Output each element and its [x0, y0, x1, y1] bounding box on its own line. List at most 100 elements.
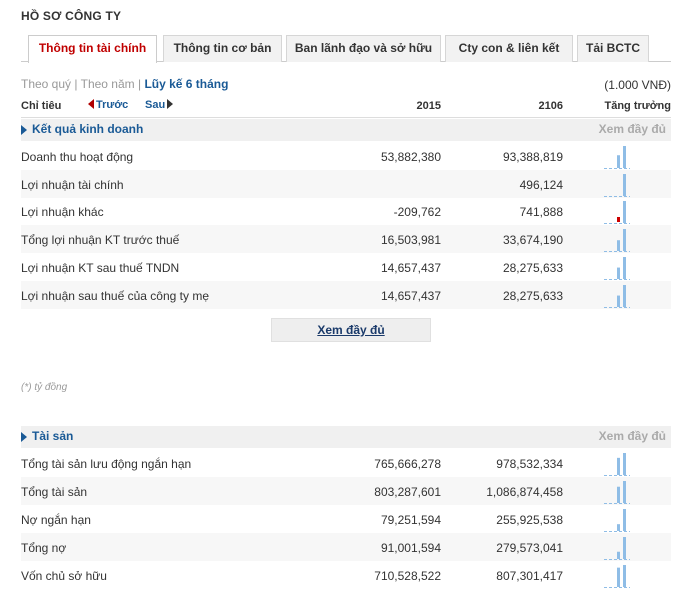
row-label: Tổng lợi nhuận KT trước thuế [21, 233, 180, 247]
period-year-link[interactable]: Theo năm [81, 77, 135, 91]
sparkline-bar [623, 565, 626, 587]
value-2106: 741,888 [519, 205, 563, 219]
value-2015: -209,762 [393, 205, 441, 219]
tab-download-report[interactable]: Tải BCTC [577, 35, 649, 62]
table-row: Lợi nhuận KT sau thuế TNDN 14,657,437 28… [21, 253, 671, 281]
value-2106: 496,124 [519, 178, 563, 192]
growth-sparkline [604, 174, 630, 197]
section-title: Kết quả kinh doanh [32, 122, 144, 136]
value-2106: 33,674,190 [502, 233, 563, 247]
sparkline-bar [617, 155, 620, 168]
page-title: HỒ SƠ CÔNG TY [21, 9, 122, 23]
sparkline-bar [623, 453, 626, 475]
footnote: (*) tỷ đồng [21, 382, 68, 393]
tab-management-ownership[interactable]: Ban lãnh đạo và sở hữu [286, 35, 441, 62]
row-label: Tổng tài sản [21, 485, 88, 499]
value-2015: 14,657,437 [380, 261, 441, 275]
value-2015: 79,251,594 [380, 513, 441, 527]
sparkline-bar [623, 146, 626, 168]
tab-basic-info[interactable]: Thông tin cơ bản [163, 35, 282, 62]
table-row: Nợ ngắn hạn 79,251,594 255,925,538 [21, 505, 671, 533]
section-title: Tài sản [32, 429, 74, 443]
growth-sparkline [604, 481, 630, 504]
sparkline-bar [617, 240, 620, 251]
value-2106: 978,532,334 [496, 457, 563, 471]
growth-sparkline [604, 537, 630, 560]
growth-sparkline [604, 201, 630, 224]
growth-sparkline [604, 565, 630, 588]
value-2106: 279,573,041 [496, 541, 563, 555]
table-row: Tổng tài sản lưu động ngắn hạn 765,666,2… [21, 449, 671, 477]
prev-label: Trước [96, 99, 129, 111]
sparkline-bar [617, 524, 620, 531]
prev-period-button[interactable]: Trước [88, 99, 128, 111]
see-more-link[interactable]: Xem đầy đủ [599, 122, 666, 136]
see-more-link[interactable]: Xem đầy đủ [599, 429, 666, 443]
sparkline-bar [623, 285, 626, 307]
growth-sparkline [604, 453, 630, 476]
next-label: Sau [145, 99, 166, 111]
year2-header: 2106 [538, 100, 563, 112]
row-label: Nợ ngắn hạn [21, 513, 91, 527]
value-2106: 28,275,633 [502, 289, 563, 303]
period-separator: | [134, 77, 145, 91]
value-2015: 765,666,278 [374, 457, 441, 471]
column-header: Chỉ tiêu Trước Sau 2015 2106 Tăng trưởng [21, 98, 671, 118]
growth-sparkline [604, 257, 630, 280]
period-cumulative-link[interactable]: Lũy kế 6 tháng [144, 77, 228, 91]
sparkline-bar [617, 551, 620, 559]
value-2015: 803,287,601 [374, 485, 441, 499]
value-2015: 16,503,981 [380, 233, 441, 247]
growth-header: Tăng trưởng [604, 100, 672, 112]
arrow-right-icon [167, 99, 174, 109]
row-label: Lợi nhuận KT sau thuế TNDN [21, 261, 180, 275]
sparkline-bar [623, 174, 626, 196]
sparkline-bar [617, 457, 620, 475]
row-label: Tổng tài sản lưu động ngắn hạn [21, 457, 192, 471]
expand-arrow-icon [21, 432, 27, 442]
table-row: Tổng nợ 91,001,594 279,573,041 [21, 533, 671, 561]
table-row: Doanh thu hoạt động 53,882,380 93,388,81… [21, 142, 671, 170]
value-2106: 1,086,874,458 [486, 485, 563, 499]
tab-subsidiaries[interactable]: Cty con & liên kết [445, 35, 573, 62]
sparkline-bar [623, 257, 626, 279]
value-2106: 255,925,538 [496, 513, 563, 527]
period-separator: | [71, 77, 81, 91]
row-label: Vốn chủ sở hữu [21, 569, 107, 583]
year1-header: 2015 [416, 100, 441, 112]
period-nav: Theo quý | Theo năm | Lũy kế 6 tháng [21, 77, 228, 91]
sparkline-bar [617, 295, 620, 307]
section-business-results[interactable]: Kết quả kinh doanh Xem đầy đủ [21, 119, 671, 141]
table-row: Tổng lợi nhuận KT trước thuế 16,503,981 … [21, 225, 671, 253]
growth-sparkline [604, 509, 630, 532]
value-2015: 710,528,522 [374, 569, 441, 583]
expand-arrow-icon [21, 125, 27, 135]
sparkline-bar [623, 201, 626, 223]
indicator-header: Chỉ tiêu [21, 100, 62, 112]
value-2106: 28,275,633 [502, 261, 563, 275]
table-row: Lợi nhuận tài chính 496,124 [21, 170, 671, 198]
row-label: Lợi nhuận tài chính [21, 178, 124, 192]
section-assets[interactable]: Tài sản Xem đầy đủ [21, 426, 671, 448]
row-label: Tổng nợ [21, 541, 67, 555]
sparkline-bar [623, 537, 626, 559]
growth-sparkline [604, 146, 630, 169]
table-row: Lợi nhuận sau thuế của công ty mẹ 14,657… [21, 281, 671, 309]
value-2015: 91,001,594 [380, 541, 441, 555]
value-2106: 93,388,819 [502, 150, 563, 164]
sparkline-bar [623, 481, 626, 503]
growth-sparkline [604, 229, 630, 252]
see-full-button[interactable]: Xem đầy đủ [271, 318, 431, 342]
next-period-button[interactable]: Sau [145, 99, 174, 111]
tab-bar: Thông tin tài chính Thông tin cơ bản Ban… [21, 35, 671, 63]
tab-financial-info[interactable]: Thông tin tài chính [28, 35, 157, 63]
sparkline-bar [623, 229, 626, 251]
sparkline-bar [617, 567, 620, 587]
table-row: Tổng tài sản 803,287,601 1,086,874,458 [21, 477, 671, 505]
value-2015: 53,882,380 [380, 150, 441, 164]
row-label: Lợi nhuận sau thuế của công ty mẹ [21, 289, 209, 303]
growth-sparkline [604, 285, 630, 308]
period-quarter-link[interactable]: Theo quý [21, 77, 71, 91]
row-label: Doanh thu hoạt động [21, 150, 134, 164]
value-2015: 14,657,437 [380, 289, 441, 303]
